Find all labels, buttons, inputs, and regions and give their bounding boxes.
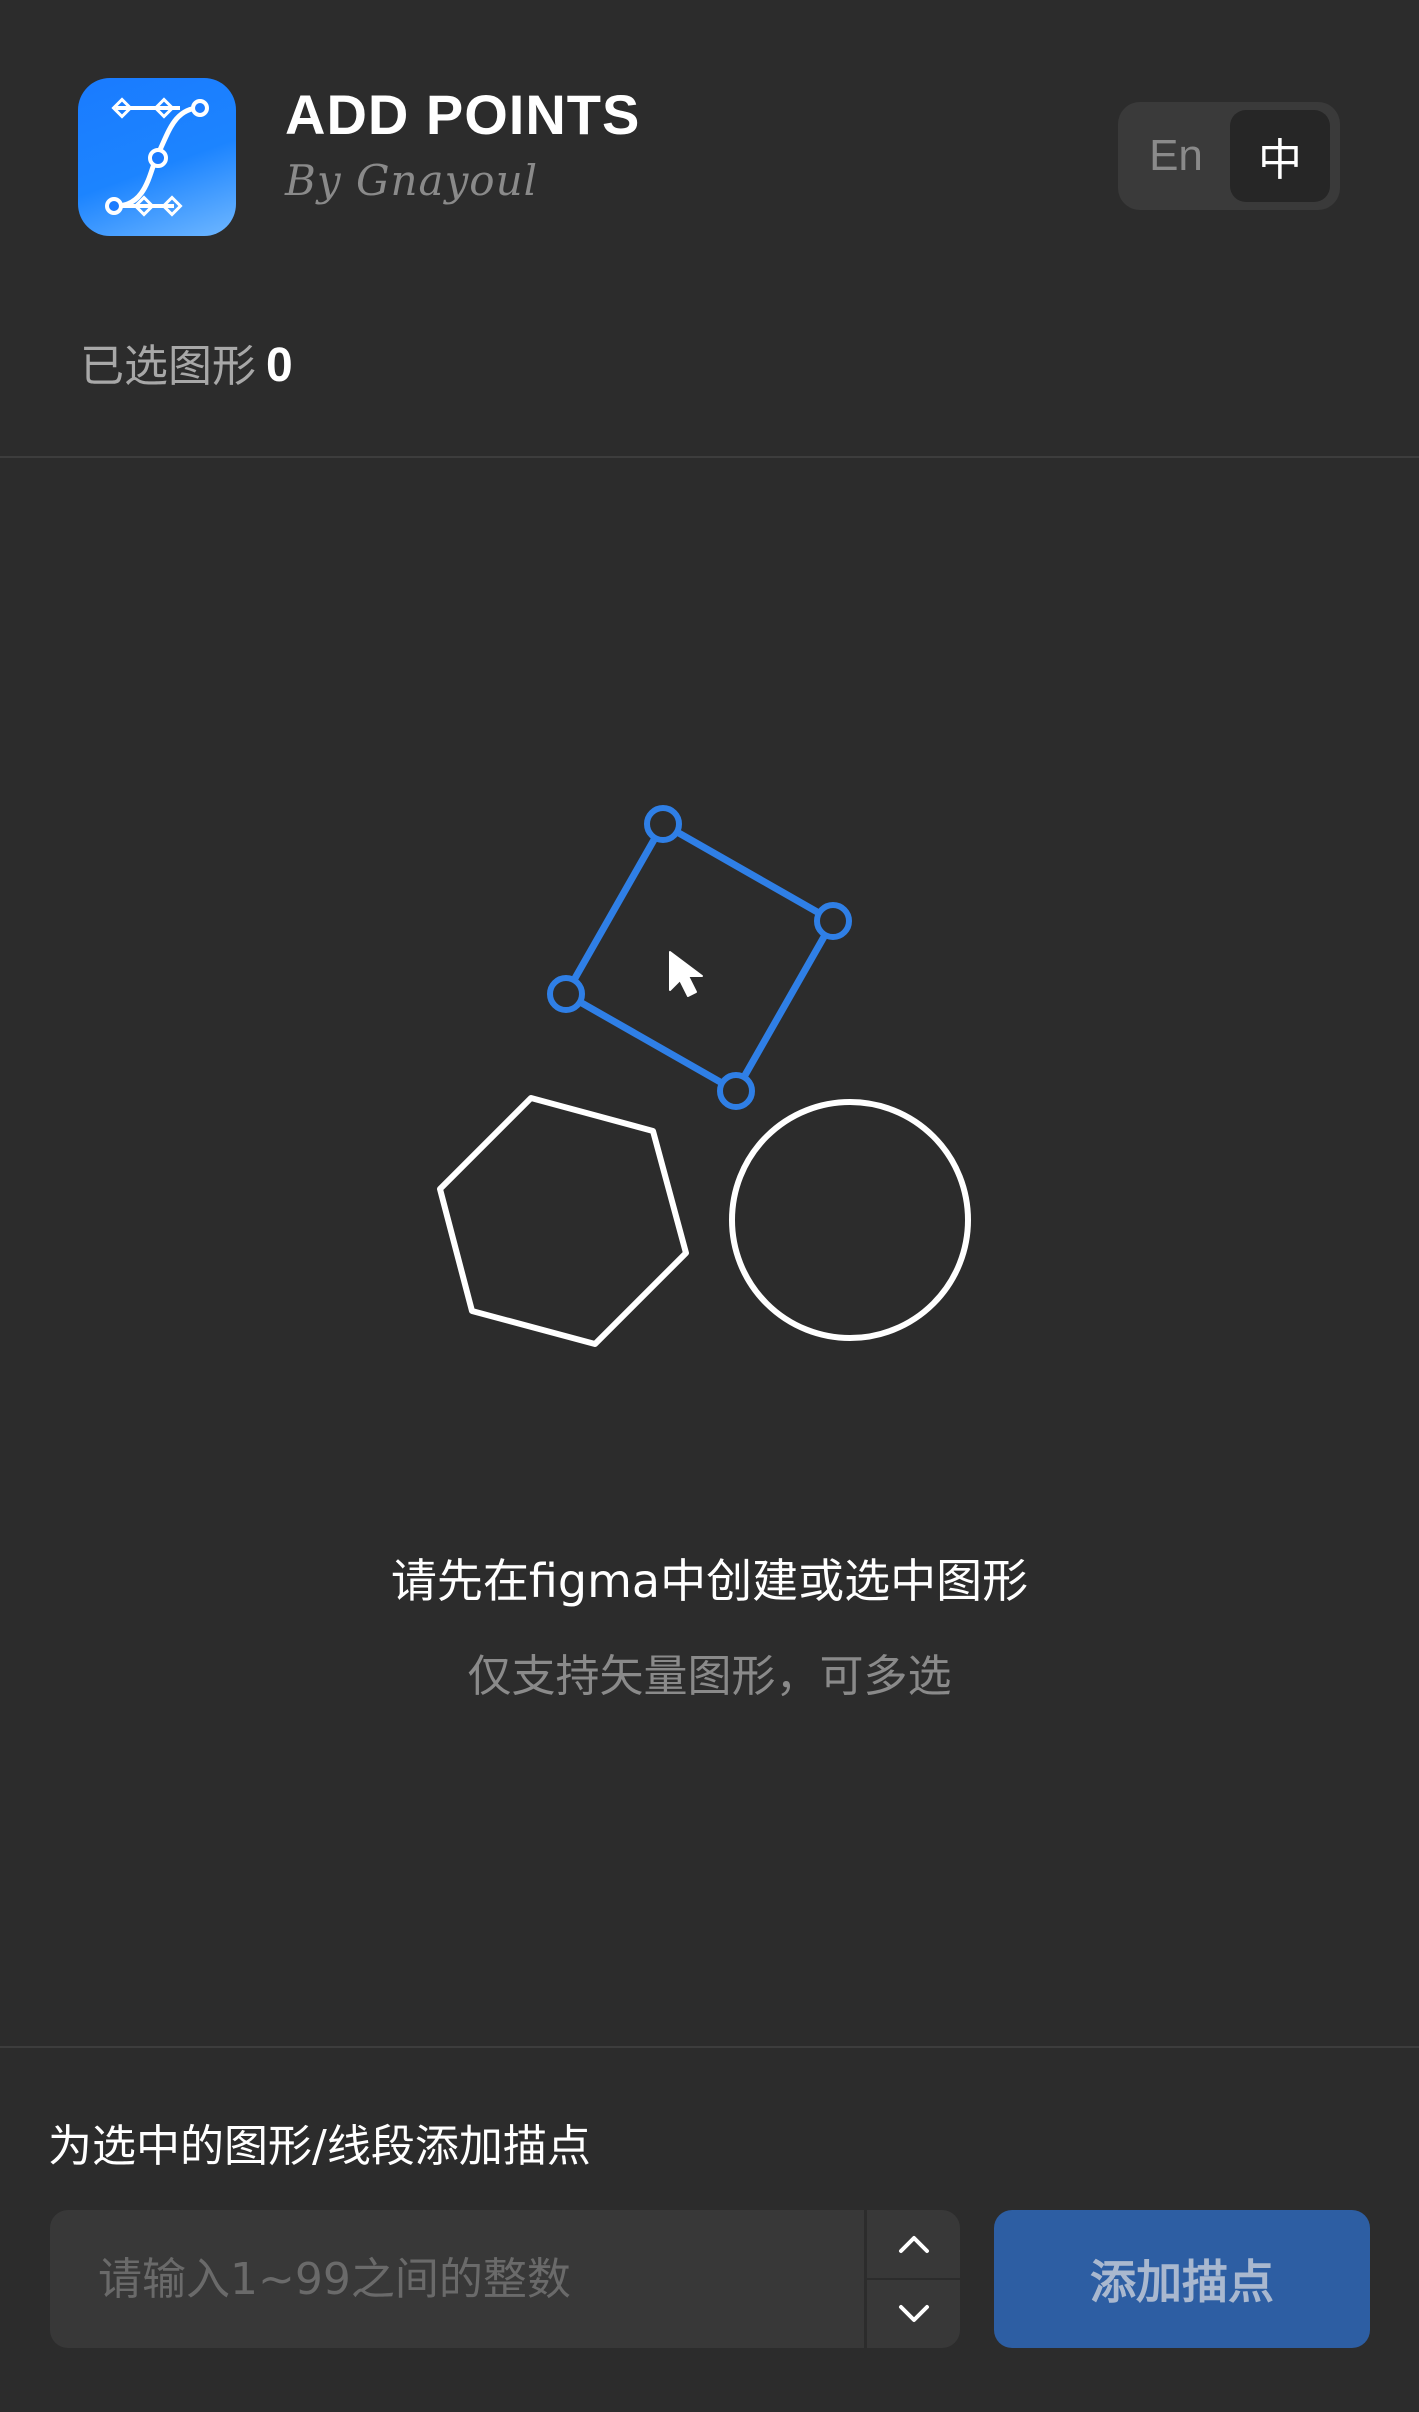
empty-state-subtitle: 仅支持矢量图形，可多选 xyxy=(467,1651,952,1702)
add-points-button[interactable]: 添加描点 xyxy=(994,2210,1370,2348)
language-option-en[interactable]: En xyxy=(1126,110,1226,202)
selection-count-label: 已选图形 xyxy=(80,341,256,392)
stepper-increment-button[interactable] xyxy=(867,2210,960,2278)
bezier-curve-icon xyxy=(78,78,236,236)
selection-count-value: 0 xyxy=(266,339,293,392)
chevron-down-icon xyxy=(898,2305,929,2322)
header: ADD POINTS By Gnayoul En 中 已选图形 0 xyxy=(0,0,1419,458)
point-count-field xyxy=(50,2210,960,2348)
stepper-decrement-button[interactable] xyxy=(867,2280,960,2348)
footer: 为选中的图形/线段添加描点 添加描点 xyxy=(0,2046,1419,2412)
add-points-label: 为选中的图形/线段添加描点 xyxy=(48,2121,591,2172)
selection-count: 已选图形 0 xyxy=(80,330,293,394)
chevron-up-icon xyxy=(898,2236,929,2253)
app-author: By Gnayoul xyxy=(285,156,539,205)
empty-state-title: 请先在figma中创建或选中图形 xyxy=(390,1554,1029,1608)
point-count-input[interactable] xyxy=(50,2210,862,2348)
point-count-stepper xyxy=(864,2210,960,2348)
language-switch: En 中 xyxy=(1118,102,1340,210)
app-title: ADD POINTS xyxy=(285,83,641,146)
language-option-zh[interactable]: 中 xyxy=(1230,110,1330,202)
add-points-plugin-window: ADD POINTS By Gnayoul En 中 已选图形 0 请先在figm… xyxy=(0,0,1419,2412)
selected-shapes-illustration xyxy=(400,780,1000,1360)
